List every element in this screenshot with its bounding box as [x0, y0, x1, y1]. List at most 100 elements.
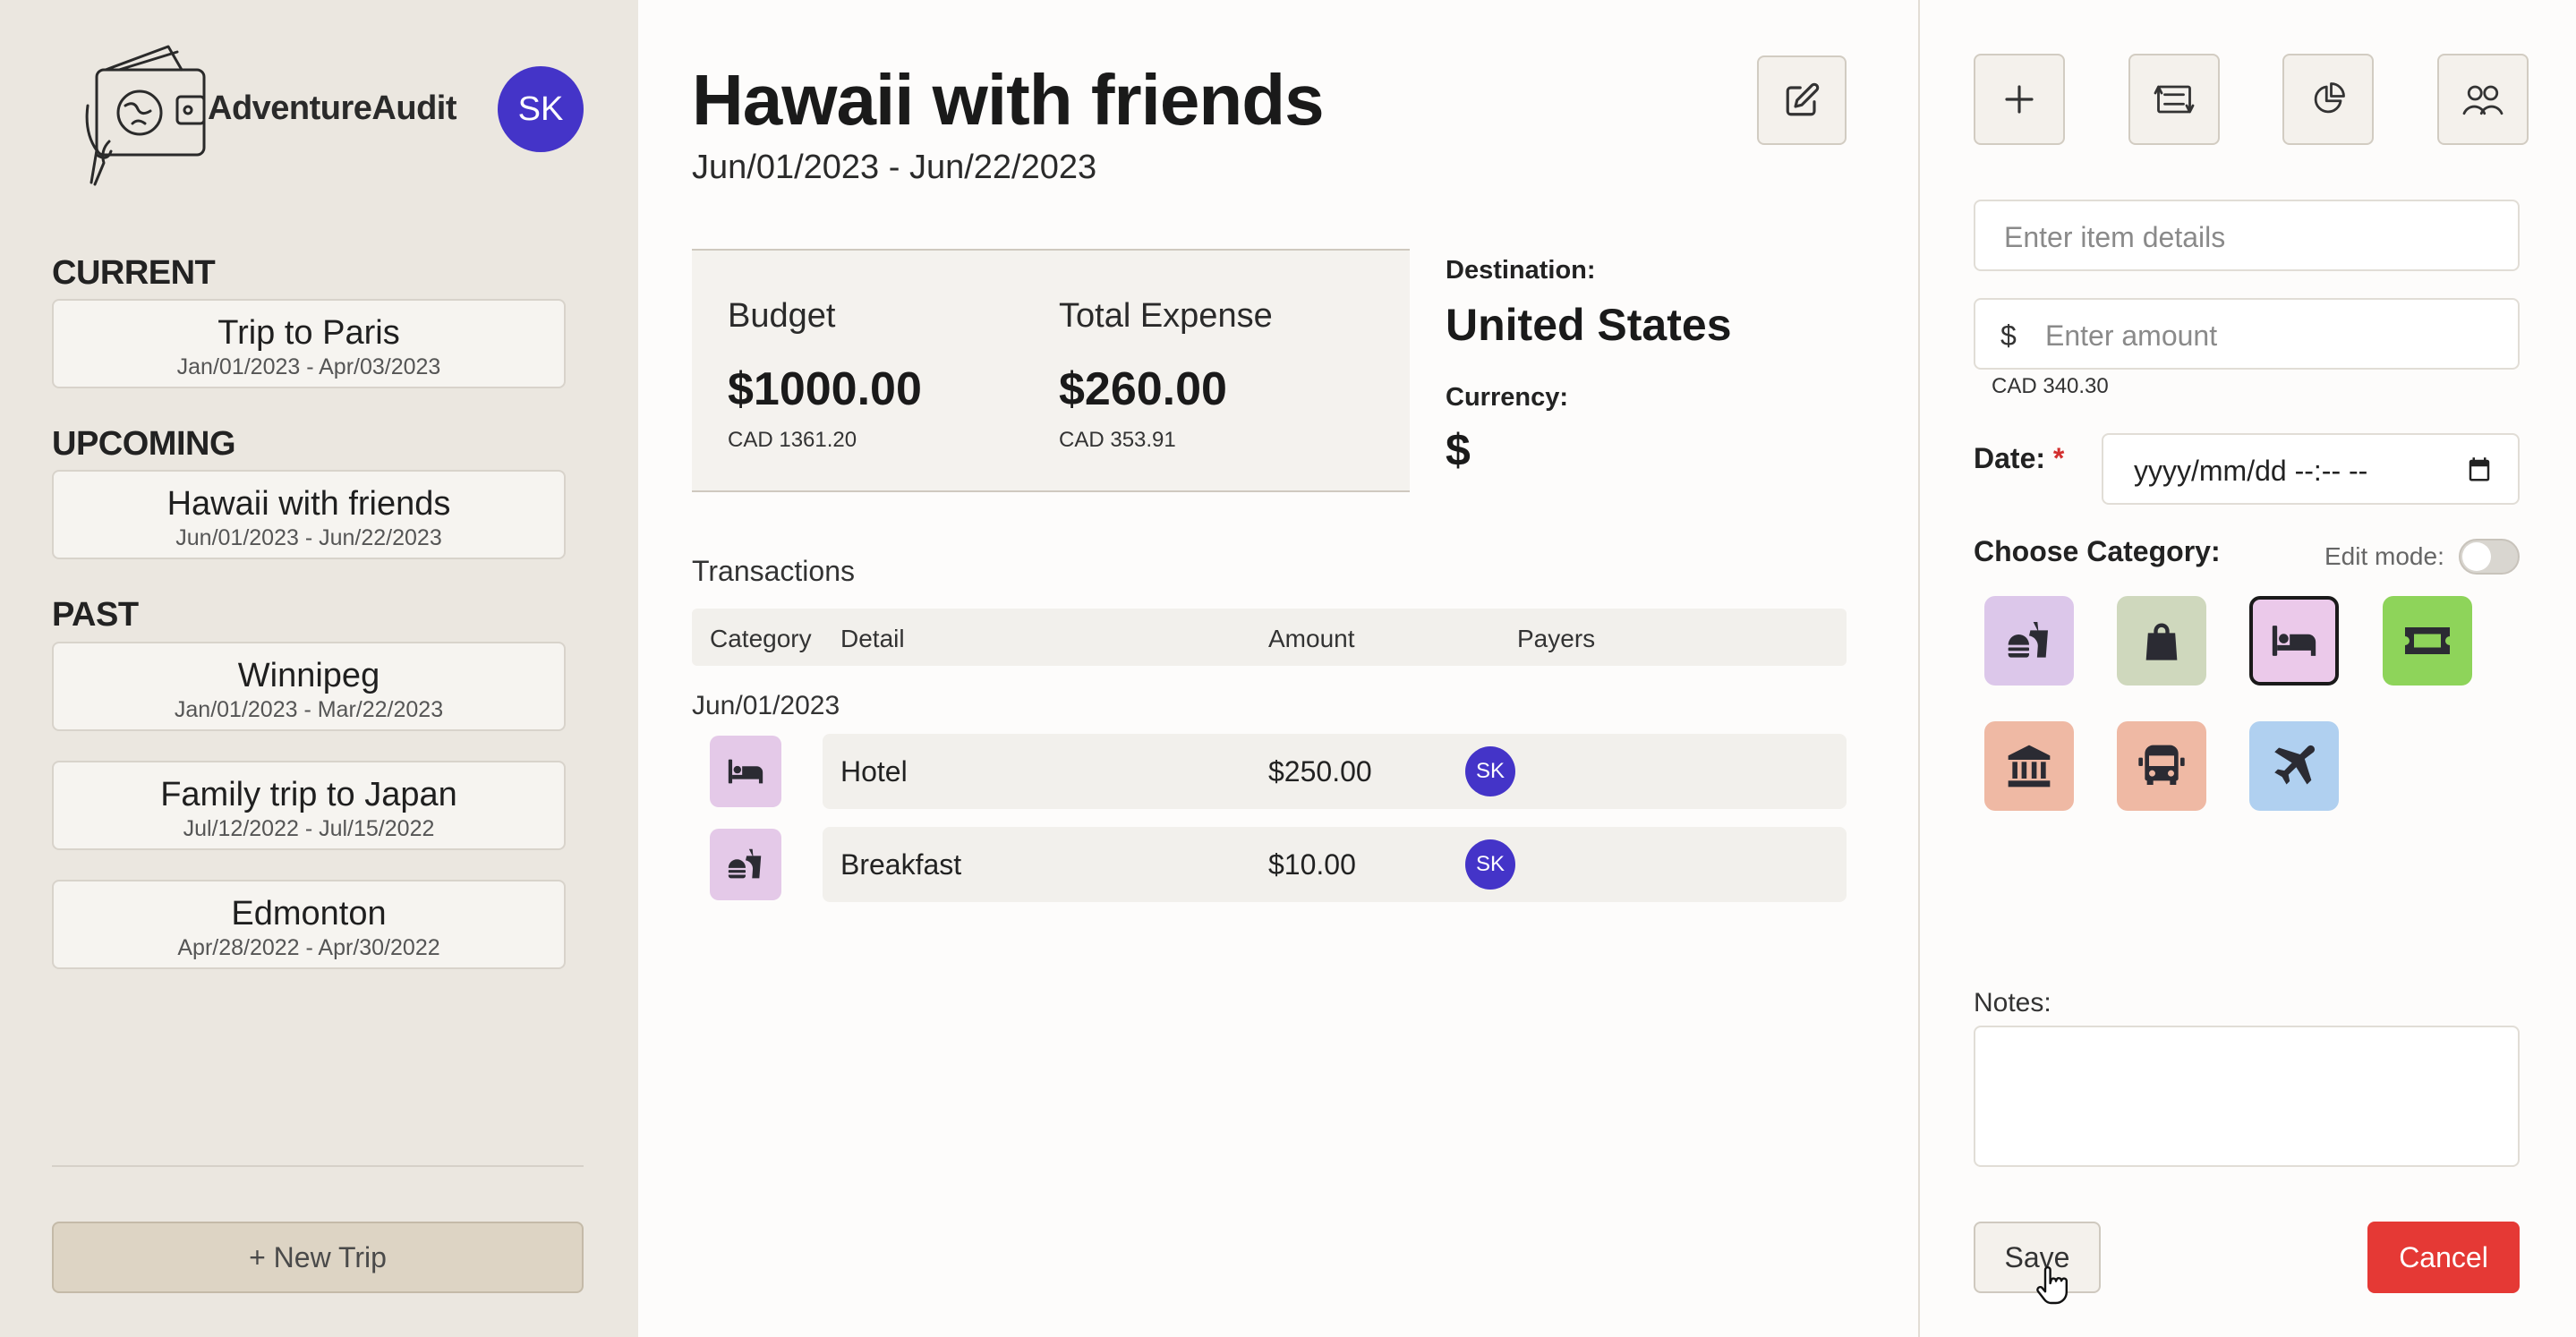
add-expense-button[interactable]: [1974, 54, 2065, 145]
museum-icon: [2008, 745, 2051, 788]
edit-trip-button[interactable]: [1757, 55, 1847, 145]
wallet-globe-logo-icon: [85, 45, 206, 186]
trip-dates: Apr/28/2022 - Apr/30/2022: [177, 935, 440, 960]
col-category: Category: [710, 625, 812, 652]
trip-name: Hawaii with friends: [166, 485, 451, 523]
notes-label: Notes:: [1974, 988, 2051, 1018]
category-label: Choose Category:: [1974, 535, 2221, 567]
page-title: Hawaii with friends: [692, 60, 1325, 140]
destination-value: United States: [1446, 300, 1732, 350]
col-detail: Detail: [840, 625, 905, 652]
category-sightseeing[interactable]: [1984, 721, 2074, 811]
trip-dates: Jul/12/2022 - Jul/15/2022: [183, 816, 435, 841]
upcoming-heading: UPCOMING: [52, 425, 236, 463]
exchange-icon: [2154, 85, 2195, 114]
group-members-button[interactable]: [2437, 54, 2529, 145]
transaction-amount: $250.00: [1268, 755, 1372, 788]
currency-exchange-button[interactable]: [2128, 54, 2220, 145]
trip-detail: Hawaii with friends Jun/01/2023 - Jun/22…: [638, 0, 1918, 1337]
sidebar: AdventureAudit SK CURRENT Trip to Paris …: [0, 0, 638, 1337]
trip-name: Edmonton: [231, 895, 387, 932]
trip-card-edmonton[interactable]: Edmonton Apr/28/2022 - Apr/30/2022: [52, 880, 566, 969]
edit-mode-toggle[interactable]: [2459, 539, 2520, 575]
item-details-input[interactable]: Enter item details: [1974, 200, 2520, 271]
category-entertainment[interactable]: [2383, 596, 2472, 686]
cancel-button[interactable]: Cancel: [2367, 1222, 2520, 1293]
col-amount: Amount: [1268, 625, 1355, 652]
transaction-row[interactable]: Breakfast $10.00 SK: [692, 827, 1847, 902]
fast-food-icon: [728, 848, 762, 879]
trip-date-range: Jun/01/2023 - Jun/22/2023: [692, 149, 1097, 186]
fast-food-icon: [2008, 622, 2048, 658]
trip-name: Family trip to Japan: [160, 776, 457, 813]
bed-icon: [728, 759, 763, 784]
budget-cad: CAD 1361.20: [728, 428, 857, 452]
required-marker: *: [2052, 442, 2065, 474]
trip-card-paris[interactable]: Trip to Paris Jan/01/2023 - Apr/03/2023: [52, 299, 566, 388]
destination-label: Destination:: [1446, 256, 1596, 285]
category-shopping[interactable]: [2117, 596, 2206, 686]
trip-dates: Jun/01/2023 - Jun/22/2023: [175, 525, 442, 550]
transaction-date-group: Jun/01/2023: [692, 691, 840, 720]
budget-summary: Budget $1000.00 CAD 1361.20 Total Expens…: [692, 249, 1410, 492]
budget-label: Budget: [728, 297, 836, 335]
transactions-title: Transactions: [692, 555, 855, 587]
past-heading: PAST: [52, 596, 139, 634]
amount-placeholder: Enter amount: [2045, 319, 2218, 352]
pie-chart-icon: [2314, 82, 2345, 114]
category-food[interactable]: [1984, 596, 2074, 686]
sidebar-divider: [52, 1165, 584, 1167]
cad-conversion: CAD 340.30: [1992, 374, 2109, 398]
transaction-detail: Breakfast: [840, 848, 962, 881]
expense-cad: CAD 353.91: [1059, 428, 1176, 452]
col-payers: Payers: [1517, 625, 1596, 652]
trip-name: Trip to Paris: [218, 314, 400, 352]
transaction-category: [710, 829, 781, 900]
edit-icon: [1786, 82, 1820, 116]
date-label-text: Date:: [1974, 442, 2046, 474]
notes-textarea[interactable]: [1974, 1026, 2520, 1167]
shopping-bag-icon: [2145, 623, 2178, 660]
transaction-amount: $10.00: [1268, 848, 1356, 881]
transaction-row[interactable]: Hotel $250.00 SK: [692, 734, 1847, 809]
category-accommodation[interactable]: [2249, 596, 2339, 686]
trip-card-hawaii[interactable]: Hawaii with friends Jun/01/2023 - Jun/22…: [52, 470, 566, 559]
calendar-icon[interactable]: [2466, 456, 2493, 483]
current-heading: CURRENT: [52, 254, 216, 292]
transactions-header: Category Detail Amount Payers: [692, 609, 1847, 666]
toggle-knob: [2462, 542, 2491, 571]
item-details-placeholder: Enter item details: [2004, 221, 2226, 253]
statistics-button[interactable]: [2282, 54, 2374, 145]
payer-avatar: SK: [1465, 746, 1515, 796]
trip-dates: Jan/01/2023 - Apr/03/2023: [176, 354, 441, 379]
category-transport[interactable]: [2117, 721, 2206, 811]
payer-avatar: SK: [1465, 839, 1515, 890]
expense-label: Total Expense: [1059, 297, 1273, 335]
amount-input[interactable]: $ Enter amount: [1974, 298, 2520, 370]
trip-card-japan[interactable]: Family trip to Japan Jul/12/2022 - Jul/1…: [52, 761, 566, 850]
edit-mode-label: Edit mode:: [2324, 542, 2444, 570]
user-avatar[interactable]: SK: [498, 66, 584, 152]
category-flight[interactable]: [2249, 721, 2339, 811]
currency-symbol: $: [2000, 319, 2017, 352]
hand-pointer-cursor-icon: [2036, 1266, 2068, 1305]
group-icon: [2462, 85, 2503, 115]
currency-label: Currency:: [1446, 383, 1568, 412]
expense-form-panel: Enter item details $ Enter amount CAD 34…: [1918, 0, 2576, 1337]
transaction-detail: Hotel: [840, 755, 908, 788]
ticket-icon: [2405, 627, 2450, 654]
brand-name: AdventureAudit: [208, 89, 457, 127]
bed-icon: [2272, 626, 2316, 656]
trip-name: Winnipeg: [237, 657, 380, 694]
date-label: Date: *: [1974, 442, 2064, 475]
trip-card-winnipeg[interactable]: Winnipeg Jan/01/2023 - Mar/22/2023: [52, 642, 566, 731]
transaction-category: [710, 736, 781, 807]
date-placeholder: yyyy/mm/dd --:-- --: [2134, 455, 2368, 487]
budget-value: $1000.00: [728, 363, 922, 415]
expense-value: $260.00: [1059, 363, 1227, 415]
date-input[interactable]: yyyy/mm/dd --:-- --: [2102, 433, 2520, 505]
plus-icon: [2005, 85, 2034, 114]
bus-icon: [2138, 745, 2185, 785]
new-trip-button[interactable]: + New Trip: [52, 1222, 584, 1293]
trip-dates: Jan/01/2023 - Mar/22/2023: [174, 697, 444, 722]
